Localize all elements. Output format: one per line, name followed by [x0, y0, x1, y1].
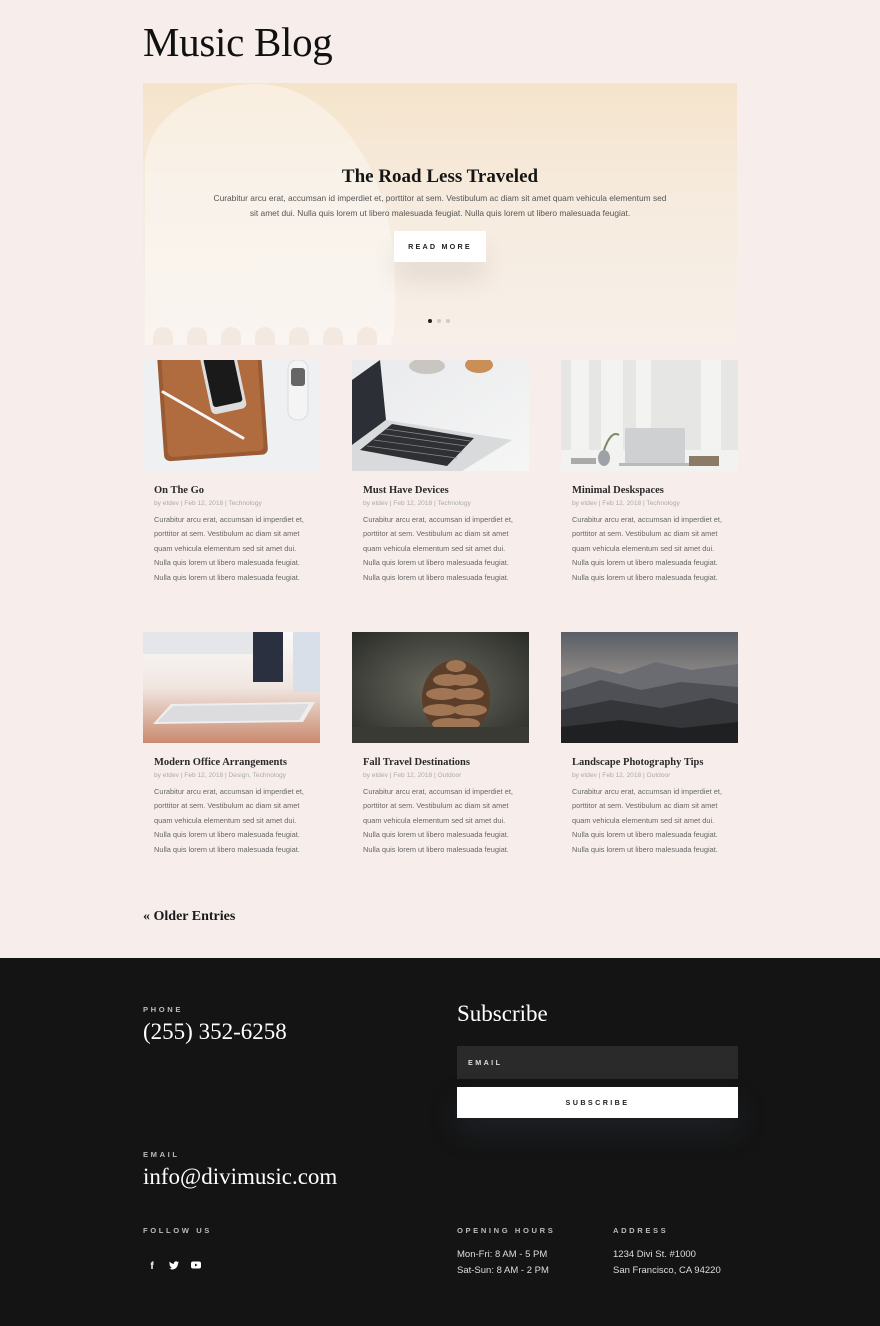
post-excerpt: Curabitur arcu erat, accumsan id imperdi… — [154, 787, 304, 854]
slider-dot-2[interactable] — [437, 319, 441, 323]
post-excerpt: Curabitur arcu erat, accumsan id imperdi… — [154, 515, 304, 582]
hero-slider: The Road Less Traveled Curabitur arcu er… — [143, 83, 737, 345]
subscribe-block: Subscribe SUBSCRIBE — [457, 1001, 738, 1118]
follow-label: FOLLOW US — [143, 1226, 212, 1235]
address-street: 1234 Divi St. #1000 — [613, 1249, 696, 1260]
post-excerpt: Curabitur arcu erat, accumsan id imperdi… — [363, 515, 513, 582]
hours-lines: Mon-Fri: 8 AM - 5 PM Sat-Sun: 8 AM - 2 P… — [457, 1247, 555, 1278]
hours-weekend: Sat-Sun: 8 AM - 2 PM — [457, 1264, 549, 1276]
post-title[interactable]: Must Have Devices — [363, 485, 518, 496]
email-label: EMAIL — [143, 1150, 180, 1159]
address-lines: 1234 Divi St. #1000 San Francisco, CA 94… — [613, 1247, 721, 1278]
pinecone-image — [352, 632, 529, 743]
subscribe-email-input[interactable] — [457, 1046, 738, 1079]
follow-block: FOLLOW US f — [143, 1226, 212, 1273]
subscribe-button[interactable]: SUBSCRIBE — [457, 1087, 738, 1118]
slider-dot-3[interactable] — [446, 319, 450, 323]
post-thumbnail[interactable] — [352, 632, 529, 743]
phone-label: PHONE — [143, 1005, 184, 1014]
address-city: San Francisco, CA 94220 — [613, 1264, 721, 1276]
email-block: EMAIL info@divimusic.com — [143, 1150, 337, 1190]
email-address[interactable]: info@divimusic.com — [143, 1164, 337, 1190]
post-card: Minimal Deskspaces by etdev | Feb 12, 20… — [561, 360, 738, 632]
post-meta: by etdev | Feb 12, 2018 | Outdoor — [572, 772, 671, 779]
social-links: f — [147, 1261, 212, 1273]
twitter-icon[interactable] — [169, 1261, 179, 1273]
keyboard-image — [143, 632, 320, 743]
phone-number[interactable]: (255) 352-6258 — [143, 1019, 287, 1045]
laptop-keyboard-image — [352, 360, 529, 471]
post-meta: by etdev | Feb 12, 2018 | Design, Techno… — [154, 772, 286, 779]
post-meta: by etdev | Feb 12, 2018 | Technology — [363, 500, 471, 507]
post-title[interactable]: On The Go — [154, 485, 309, 496]
tablet-phone-image — [143, 360, 320, 471]
address-label: ADDRESS — [613, 1226, 669, 1235]
post-card: Must Have Devices by etdev | Feb 12, 201… — [352, 360, 529, 632]
phone-block: PHONE (255) 352-6258 — [143, 1005, 287, 1045]
youtube-icon[interactable] — [191, 1261, 201, 1273]
post-excerpt: Curabitur arcu erat, accumsan id imperdi… — [572, 515, 722, 582]
hero-text: Curabitur arcu erat, accumsan id imperdi… — [213, 193, 667, 218]
post-thumbnail[interactable] — [143, 360, 320, 471]
post-card: Landscape Photography Tips by etdev | Fe… — [561, 632, 738, 904]
subscribe-title: Subscribe — [457, 1001, 548, 1026]
post-thumbnail[interactable] — [352, 360, 529, 471]
hours-weekday: Mon-Fri: 8 AM - 5 PM — [457, 1249, 548, 1260]
hero-title: The Road Less Traveled — [341, 166, 539, 187]
mountains-image — [561, 632, 738, 743]
older-entries-link[interactable]: « Older Entries — [143, 909, 235, 925]
post-thumbnail[interactable] — [143, 632, 320, 743]
page-title: Music Blog — [143, 19, 333, 65]
post-meta: by etdev | Feb 12, 2018 | Technology — [154, 500, 262, 507]
post-card: On The Go by etdev | Feb 12, 2018 | Tech… — [143, 360, 320, 632]
post-excerpt: Curabitur arcu erat, accumsan id imperdi… — [363, 787, 513, 854]
site-footer: PHONE (255) 352-6258 Subscribe SUBSCRIBE… — [0, 958, 880, 1326]
post-meta: by etdev | Feb 12, 2018 | Technology — [572, 500, 680, 507]
hours-label: OPENING HOURS — [457, 1226, 556, 1235]
post-thumbnail[interactable] — [561, 632, 738, 743]
post-title[interactable]: Modern Office Arrangements — [154, 757, 309, 768]
post-card: Modern Office Arrangements by etdev | Fe… — [143, 632, 320, 904]
facebook-icon[interactable]: f — [147, 1261, 157, 1273]
main-content: Music Blog The Road Less Traveled Curabi… — [143, 0, 738, 925]
post-grid: On The Go by etdev | Feb 12, 2018 | Tech… — [143, 360, 738, 904]
address-block: ADDRESS 1234 Divi St. #1000 San Francisc… — [613, 1226, 721, 1278]
post-title[interactable]: Fall Travel Destinations — [363, 757, 518, 768]
post-thumbnail[interactable] — [561, 360, 738, 471]
post-meta: by etdev | Feb 12, 2018 | Outdoor — [363, 772, 462, 779]
hero-decorative-bumps — [153, 327, 377, 345]
desk-laptop-image — [561, 360, 738, 471]
slider-dot-1[interactable] — [428, 319, 432, 323]
post-title[interactable]: Minimal Deskspaces — [572, 485, 727, 496]
post-card: Fall Travel Destinations by etdev | Feb … — [352, 632, 529, 904]
slider-dots — [428, 319, 450, 323]
hours-block: OPENING HOURS Mon-Fri: 8 AM - 5 PM Sat-S… — [457, 1226, 555, 1278]
post-title[interactable]: Landscape Photography Tips — [572, 757, 727, 768]
read-more-button[interactable]: READ MORE — [394, 231, 486, 262]
post-excerpt: Curabitur arcu erat, accumsan id imperdi… — [572, 787, 722, 854]
